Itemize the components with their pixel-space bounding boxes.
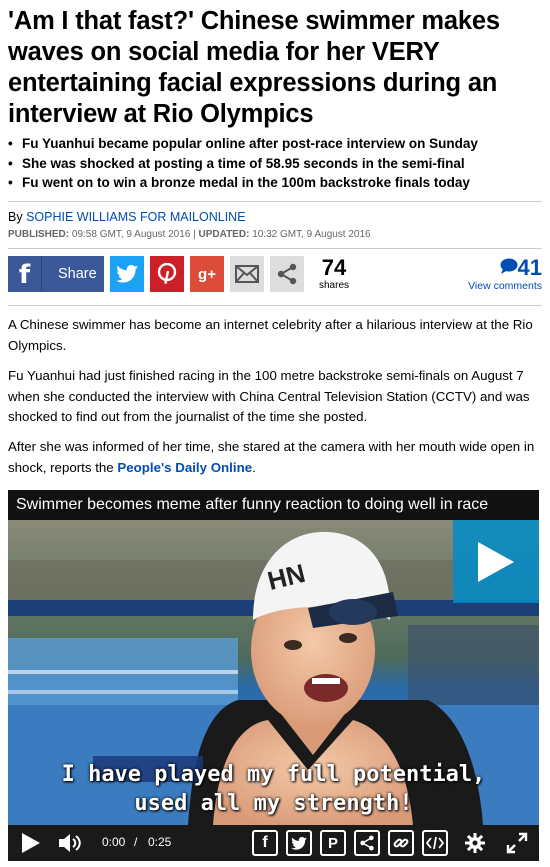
divider (8, 201, 542, 202)
share-count-number: 74 (321, 255, 347, 280)
twitter-icon (116, 265, 138, 283)
more-share-button[interactable] (270, 256, 304, 292)
comments-link[interactable]: 41 View comments (468, 256, 542, 293)
share-count: 74 shares (316, 256, 352, 292)
current-time: 0:00 (102, 835, 126, 849)
video-share-button[interactable] (354, 830, 380, 856)
google-plus-share-button[interactable]: g+ (190, 256, 224, 292)
summary-bullet: Fu Yuanhui became popular online after p… (8, 134, 544, 154)
paragraph-text: After she was informed of her time, she … (8, 439, 535, 475)
updated-label: UPDATED: (198, 229, 250, 240)
video-twitter-button[interactable] (286, 830, 312, 856)
video-player[interactable]: Swimmer becomes meme after funny reactio… (8, 490, 539, 861)
share-icon (360, 835, 374, 851)
play-icon (22, 833, 40, 853)
email-icon (235, 265, 259, 283)
google-plus-icon: g+ (198, 265, 216, 283)
play-icon (478, 541, 514, 582)
volume-button[interactable] (58, 831, 86, 855)
play-overlay-button[interactable] (453, 520, 539, 603)
summary-bullet: Fu went on to win a bronze medal in the … (8, 173, 544, 193)
video-subtitle-line: I have played my full potential, (61, 762, 486, 787)
summary-bullets: Fu Yuanhui became popular online after p… (8, 134, 544, 193)
facebook-icon: f (262, 834, 268, 851)
view-comments-label: View comments (468, 280, 542, 292)
pinterest-icon: P (327, 834, 338, 852)
article-paragraph: Fu Yuanhui had just finished racing in t… (8, 368, 530, 424)
byline: By SOPHIE WILLIAMS FOR MAILONLINE (8, 210, 246, 224)
video-subtitle-line: used all my strength! (134, 791, 413, 816)
facebook-share-label: Share (58, 266, 97, 282)
paragraph-end: . (252, 459, 256, 475)
byline-prefix: By (8, 210, 27, 224)
twitter-icon (291, 836, 307, 850)
video-controls: 0:00 / 0:25 f P (8, 825, 539, 861)
facebook-share-button[interactable]: f Share (8, 256, 104, 292)
embed-icon (426, 836, 444, 850)
video-link-button[interactable] (388, 830, 414, 856)
comment-count-number: 41 (517, 255, 542, 280)
settings-icon (465, 833, 485, 853)
published-value: 09:58 GMT, 9 August 2016 | (69, 229, 199, 240)
twitter-share-button[interactable] (110, 256, 144, 292)
peoples-daily-link[interactable]: People's Daily Online (117, 460, 252, 475)
settings-button[interactable] (462, 831, 488, 855)
play-button[interactable] (20, 831, 42, 855)
fullscreen-icon (506, 832, 528, 854)
link-icon (393, 838, 409, 848)
video-facebook-button[interactable]: f (252, 830, 278, 856)
video-title: Swimmer becomes meme after funny reactio… (8, 490, 539, 520)
duration: 0:25 (148, 835, 172, 849)
facebook-icon: f (8, 256, 42, 292)
time-separator: / (134, 835, 138, 849)
dates: PUBLISHED: 09:58 GMT, 9 August 2016 | UP… (8, 229, 371, 240)
pinterest-share-button[interactable] (150, 256, 184, 292)
comment-bubble-icon (500, 258, 518, 274)
share-icon (277, 263, 297, 285)
article-paragraph: After she was informed of her time, she … (8, 437, 542, 478)
article-paragraph: A Chinese swimmer has become an internet… (8, 317, 533, 353)
share-bar: f Share g+ 74 shares 41 View comments (8, 256, 542, 298)
email-share-button[interactable] (230, 256, 264, 292)
video-pinterest-button[interactable]: P (320, 830, 346, 856)
video-embed-button[interactable] (422, 830, 448, 856)
divider (8, 305, 542, 306)
updated-value: 10:32 GMT, 9 August 2016 (249, 229, 371, 240)
comment-count: 41 (468, 256, 542, 280)
published-label: PUBLISHED: (8, 229, 70, 240)
volume-icon (59, 834, 81, 852)
pinterest-icon (157, 263, 177, 285)
headline: 'Am I that fast?' Chinese swimmer makes … (8, 7, 500, 128)
fullscreen-button[interactable] (504, 831, 530, 855)
author-link[interactable]: SOPHIE WILLIAMS FOR MAILONLINE (26, 210, 246, 224)
share-count-label: shares (318, 280, 349, 291)
divider (8, 248, 542, 249)
summary-bullet: She was shocked at posting a time of 58.… (8, 154, 544, 174)
